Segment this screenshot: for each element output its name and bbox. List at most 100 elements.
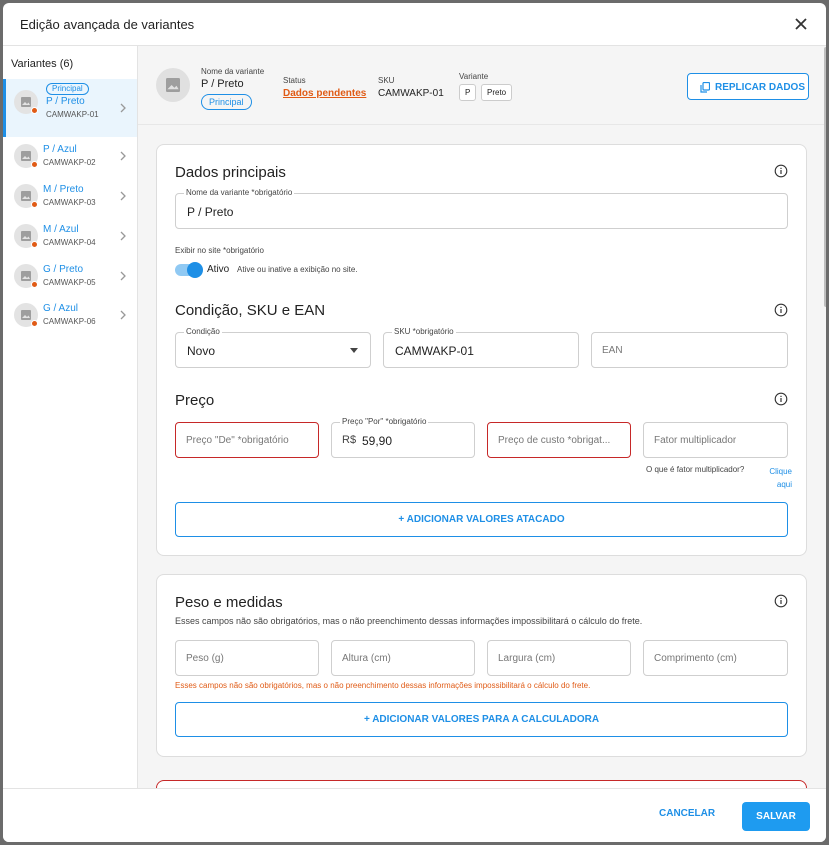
- section-title-peso: Peso e medidas: [175, 594, 283, 611]
- width-field[interactable]: Largura (cm): [487, 640, 631, 676]
- sidebar-title: Variantes (6): [11, 58, 74, 70]
- info-icon[interactable]: [774, 392, 788, 406]
- cancel-button[interactable]: CANCELAR: [659, 808, 715, 819]
- chevron-right-icon: [120, 271, 126, 281]
- section-title-dados: Dados principais: [175, 164, 286, 181]
- dropdown-caret-icon: [350, 348, 358, 353]
- variant-sku: CAMWAKP-03: [43, 198, 96, 207]
- sidebar-item-g-preto[interactable]: G / Preto CAMWAKP-05: [3, 257, 137, 297]
- pending-status-dot: [31, 320, 38, 327]
- variant-sku: CAMWAKP-04: [43, 238, 96, 247]
- multiplier-field[interactable]: Fator multiplicador: [643, 422, 788, 458]
- variant-chip-size: P: [459, 84, 477, 101]
- image-icon: [21, 191, 31, 201]
- variant-summary-bar: Nome da variante P / Preto Principal Sta…: [138, 46, 826, 125]
- replicate-data-button[interactable]: REPLICAR DADOS: [687, 73, 809, 100]
- price-por-field[interactable]: Preço "Por" *obrigatório R$ 59,90: [331, 417, 475, 458]
- card-weight-measures: Peso e medidas Esses campos não são obri…: [156, 574, 807, 757]
- active-toggle[interactable]: [175, 262, 203, 278]
- field-placeholder: Fator multiplicador: [654, 435, 737, 446]
- field-value: CAMWAKP-01: [395, 344, 474, 358]
- variant-label: Variante: [459, 72, 489, 81]
- info-icon[interactable]: [774, 594, 788, 608]
- sidebar-item-p-azul[interactable]: P / Azul CAMWAKP-02: [3, 137, 137, 177]
- sidebar-item-m-preto[interactable]: M / Preto CAMWAKP-03: [3, 177, 137, 217]
- sidebar-item-m-azul[interactable]: M / Azul CAMWAKP-04: [3, 217, 137, 257]
- card-main-data: Dados principais Nome da variante *obrig…: [156, 144, 807, 556]
- sku-label: SKU: [378, 76, 395, 85]
- principal-badge: Principal: [201, 94, 252, 110]
- modal-footer: CANCELAR SALVAR: [3, 788, 826, 842]
- variant-sku: CAMWAKP-05: [43, 278, 96, 287]
- variant-sku: CAMWAKP-01: [46, 110, 99, 119]
- variant-sku: CAMWAKP-06: [43, 317, 96, 326]
- field-placeholder: EAN: [602, 345, 623, 356]
- field-placeholder: Peso (g): [186, 653, 224, 664]
- info-icon[interactable]: [774, 164, 788, 178]
- height-field[interactable]: Altura (cm): [331, 640, 475, 676]
- variants-sidebar: Variantes (6) Principal P / Preto CAMWAK…: [3, 46, 138, 788]
- field-label: Preço "Por" *obrigatório: [340, 417, 429, 427]
- field-placeholder: Preço "De" *obrigatório: [186, 435, 289, 446]
- price-de-field[interactable]: Preço "De" *obrigatório: [175, 422, 319, 458]
- save-button[interactable]: SALVAR: [742, 802, 810, 831]
- variant-name-field[interactable]: Nome da variante *obrigatório P / Preto: [175, 188, 788, 229]
- field-label: Nome da variante *obrigatório: [184, 188, 295, 198]
- chevron-right-icon: [120, 151, 126, 161]
- variant-chip-color: Preto: [481, 84, 513, 101]
- variant-name: P / Preto: [201, 78, 244, 90]
- variant-name: G / Preto: [43, 264, 84, 275]
- chevron-right-icon: [120, 231, 126, 241]
- sku-field[interactable]: SKU *obrigatório CAMWAKP-01: [383, 327, 579, 368]
- image-icon: [166, 78, 180, 92]
- currency-prefix: R$: [342, 434, 357, 446]
- scrollbar[interactable]: [824, 47, 826, 307]
- length-field[interactable]: Comprimento (cm): [643, 640, 788, 676]
- status-label: Status: [283, 76, 306, 85]
- name-label: Nome da variante: [201, 67, 265, 76]
- variant-name: P / Preto: [46, 96, 85, 107]
- chevron-right-icon: [120, 103, 126, 113]
- variant-image[interactable]: [156, 68, 190, 102]
- pending-status-dot: [31, 281, 38, 288]
- modal-title: Edição avançada de variantes: [20, 17, 195, 32]
- variant-editor-modal: Edição avançada de variantes Variantes (…: [3, 3, 826, 842]
- section-title-condicao: Condição, SKU e EAN: [175, 302, 326, 319]
- field-label: Condição: [184, 327, 222, 337]
- chevron-right-icon: [120, 191, 126, 201]
- principal-badge: Principal: [46, 83, 89, 95]
- field-placeholder: Altura (cm): [342, 653, 391, 664]
- replicate-label: REPLICAR DADOS: [715, 82, 806, 93]
- section-subtitle: Esses campos não são obrigatórios, mas o…: [175, 616, 643, 626]
- variant-name: M / Preto: [43, 184, 84, 195]
- field-value: P / Preto: [187, 205, 234, 219]
- condition-select[interactable]: Condição Novo: [175, 327, 371, 368]
- pending-status-dot: [31, 161, 38, 168]
- chevron-right-icon: [120, 310, 126, 320]
- sidebar-item-g-azul[interactable]: G / Azul CAMWAKP-06: [3, 296, 137, 336]
- info-icon[interactable]: [774, 303, 788, 317]
- freight-warning: Esses campos não são obrigatórios, mas o…: [175, 681, 591, 690]
- field-value: Novo: [187, 344, 216, 358]
- modal-header: Edição avançada de variantes: [3, 3, 826, 46]
- image-icon: [21, 310, 31, 320]
- field-label: SKU *obrigatório: [392, 327, 456, 337]
- multiplier-hint: O que é fator multiplicador?: [646, 465, 745, 474]
- close-icon[interactable]: [792, 15, 810, 33]
- weight-field[interactable]: Peso (g): [175, 640, 319, 676]
- field-placeholder: Largura (cm): [498, 653, 556, 664]
- variant-name: P / Azul: [43, 144, 77, 155]
- sidebar-item-p-preto[interactable]: Principal P / Preto CAMWAKP-01: [3, 79, 137, 137]
- exibir-label: Exibir no site *obrigatório: [175, 246, 264, 255]
- variant-detail-panel: Nome da variante P / Preto Principal Sta…: [138, 46, 826, 788]
- field-placeholder: Preço de custo *obrigat...: [498, 435, 611, 446]
- cost-price-field[interactable]: Preço de custo *obrigat...: [487, 422, 631, 458]
- status-link[interactable]: Dados pendentes: [283, 88, 366, 99]
- multiplier-help-link[interactable]: Clique aqui: [762, 465, 792, 491]
- add-wholesale-button[interactable]: + ADICIONAR VALORES ATACADO: [175, 502, 788, 537]
- image-icon: [21, 151, 31, 161]
- add-calculator-values-button[interactable]: + ADICIONAR VALORES PARA A CALCULADORA: [175, 702, 788, 737]
- ean-field[interactable]: EAN: [591, 332, 788, 368]
- sku-value: CAMWAKP-01: [378, 88, 444, 99]
- toggle-hint: Ative ou inative a exibição no site.: [237, 265, 358, 274]
